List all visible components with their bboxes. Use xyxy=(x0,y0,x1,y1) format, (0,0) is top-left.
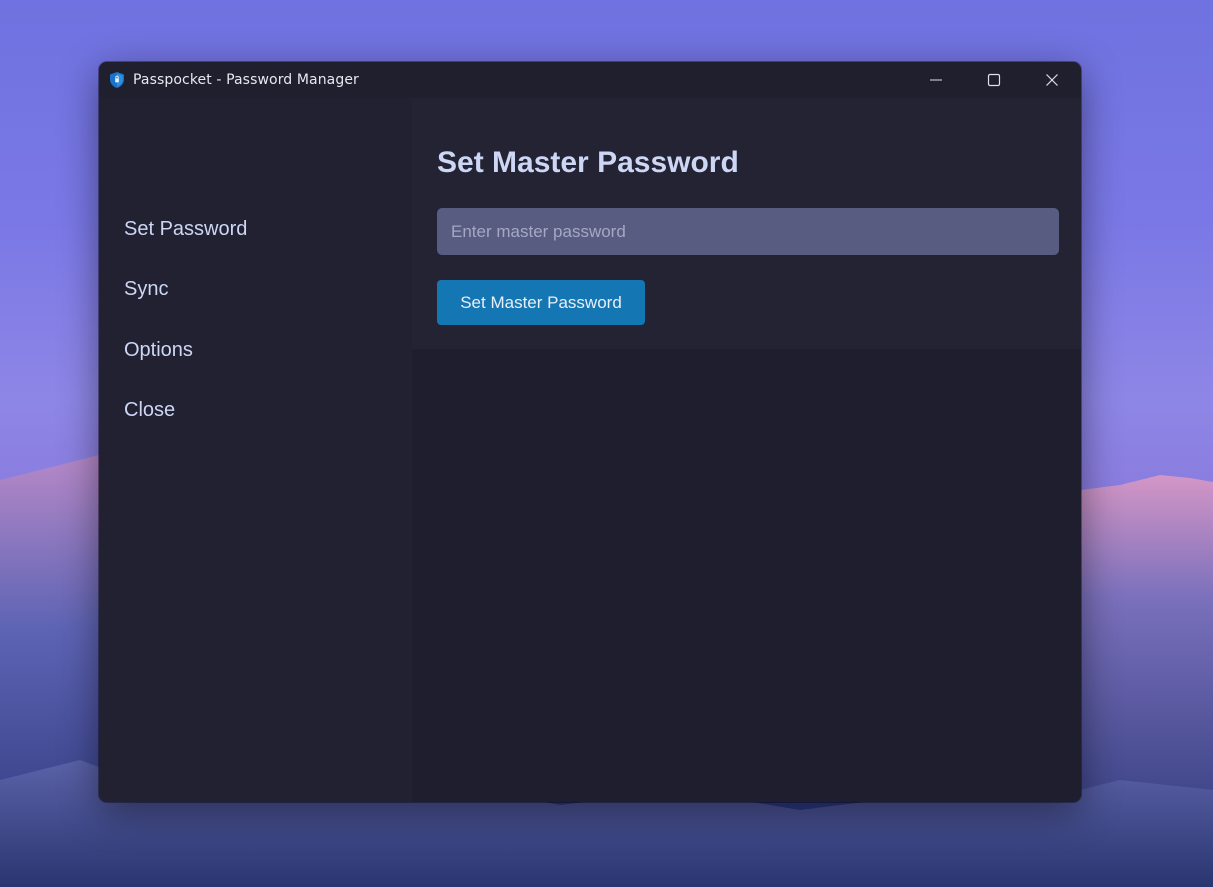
maximize-button[interactable] xyxy=(965,62,1023,98)
sidebar: Set Password Sync Options Close xyxy=(99,98,412,802)
set-password-panel: Set Master Password Set Master Password xyxy=(412,98,1081,349)
app-window: Passpocket - Password Manager Set Passwo… xyxy=(99,62,1081,802)
close-window-button[interactable] xyxy=(1023,62,1081,98)
page-title: Set Master Password xyxy=(437,146,739,179)
close-icon xyxy=(1046,74,1058,86)
maximize-icon xyxy=(987,73,1001,87)
sidebar-item-options[interactable]: Options xyxy=(124,339,193,362)
sidebar-item-sync[interactable]: Sync xyxy=(124,278,168,301)
minimize-button[interactable] xyxy=(907,62,965,98)
sidebar-item-set-password[interactable]: Set Password xyxy=(124,218,247,241)
window-controls xyxy=(907,62,1081,98)
title-bar[interactable]: Passpocket - Password Manager xyxy=(99,62,1081,98)
master-password-input[interactable] xyxy=(437,208,1059,255)
main-content: Set Master Password Set Master Password xyxy=(412,98,1081,802)
sidebar-item-close[interactable]: Close xyxy=(124,399,175,422)
window-title: Passpocket - Password Manager xyxy=(133,72,359,88)
set-master-password-button[interactable]: Set Master Password xyxy=(437,280,645,325)
shield-lock-icon xyxy=(109,71,125,89)
minimize-icon xyxy=(930,79,942,81)
